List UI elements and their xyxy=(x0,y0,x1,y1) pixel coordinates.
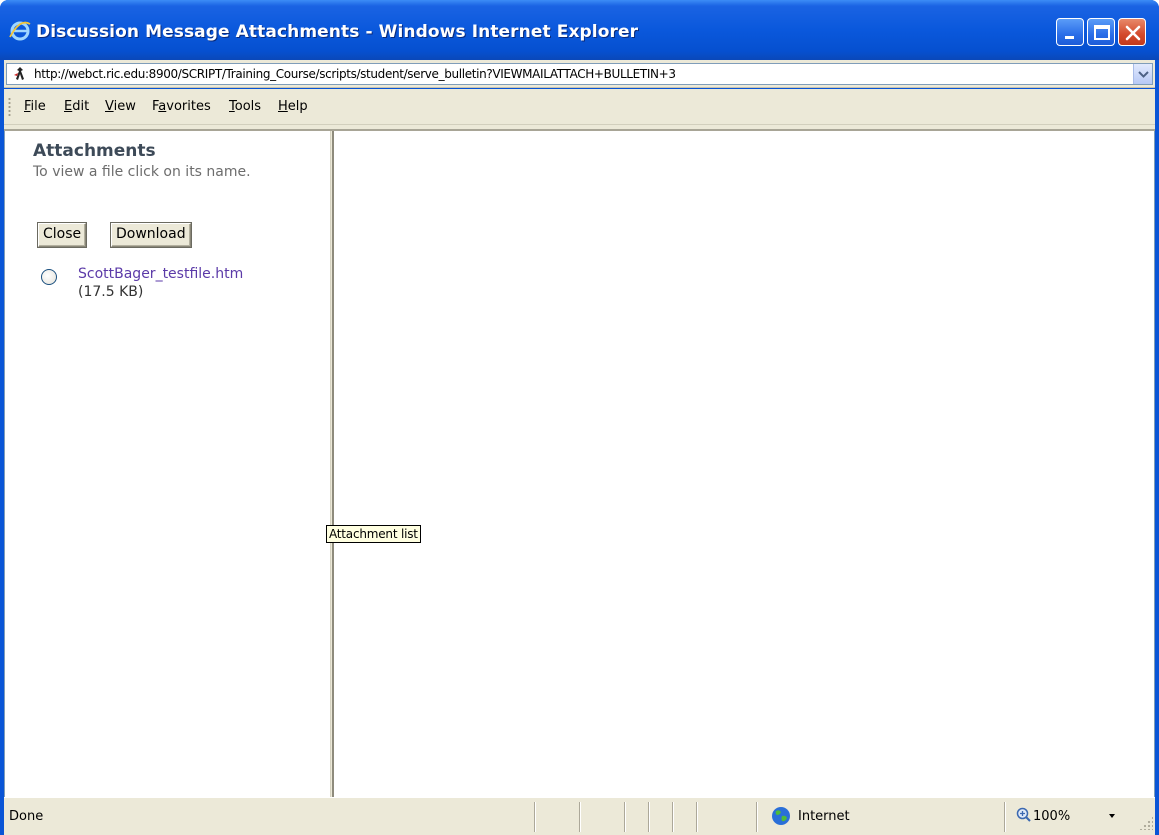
status-text: Done xyxy=(9,809,44,824)
status-separator xyxy=(624,802,626,832)
menu-favorites[interactable]: Favorites xyxy=(152,99,211,114)
close-window-button[interactable] xyxy=(1118,18,1146,46)
maximize-button[interactable] xyxy=(1087,18,1115,46)
file-select-radio[interactable] xyxy=(41,269,57,285)
tooltip: Attachment list xyxy=(326,525,421,543)
status-separator xyxy=(696,802,698,832)
title-bar[interactable]: Discussion Message Attachments - Windows… xyxy=(0,0,1159,60)
zoom-dropdown-icon[interactable] xyxy=(1109,814,1115,818)
menu-file[interactable]: File xyxy=(24,99,46,114)
menu-view[interactable]: View xyxy=(105,99,136,114)
address-dropdown-button[interactable] xyxy=(1133,64,1152,84)
internet-globe-icon xyxy=(772,807,790,825)
minimize-button[interactable] xyxy=(1056,18,1084,46)
resize-grip[interactable] xyxy=(1139,816,1153,830)
attachment-list-frame: Attachments To view a file click on its … xyxy=(5,131,330,797)
security-zone-label: Internet xyxy=(798,809,850,824)
zoom-icon xyxy=(1016,807,1031,822)
attachments-heading: Attachments xyxy=(33,141,156,161)
status-separator xyxy=(648,802,650,832)
status-bar: Done Internet 100% xyxy=(4,797,1155,835)
attachments-help-text: To view a file click on its name. xyxy=(33,164,251,180)
address-field[interactable]: http://webct.ric.edu:8900/SCRIPT/Trainin… xyxy=(6,63,1153,85)
status-separator xyxy=(579,802,581,832)
menu-bar: File Edit View Favorites Tools Help xyxy=(4,89,1155,125)
minimize-icon xyxy=(1065,36,1074,39)
menu-help[interactable]: Help xyxy=(278,99,308,114)
close-icon xyxy=(1125,25,1141,41)
status-separator xyxy=(534,802,536,832)
menu-tools[interactable]: Tools xyxy=(229,99,261,114)
attachment-file-link[interactable]: ScottBager_testfile.htm xyxy=(78,266,243,282)
maximize-icon xyxy=(1094,25,1110,40)
status-separator xyxy=(672,802,674,832)
toolbar-grip[interactable] xyxy=(8,97,11,117)
window-title: Discussion Message Attachments - Windows… xyxy=(36,22,639,42)
zoom-level[interactable]: 100% xyxy=(1033,809,1070,824)
ie-logo-icon xyxy=(9,21,31,41)
close-button[interactable]: Close xyxy=(38,223,87,247)
browser-window: Discussion Message Attachments - Windows… xyxy=(0,0,1159,835)
attachment-view-frame xyxy=(334,131,1154,797)
chevron-down-icon xyxy=(1138,71,1149,78)
menu-edit[interactable]: Edit xyxy=(64,99,89,114)
status-separator xyxy=(756,802,758,832)
address-bar: http://webct.ric.edu:8900/SCRIPT/Trainin… xyxy=(4,60,1155,88)
page-content: Attachments To view a file click on its … xyxy=(4,131,1155,797)
url-text[interactable]: http://webct.ric.edu:8900/SCRIPT/Trainin… xyxy=(34,67,676,81)
download-button[interactable]: Download xyxy=(111,223,191,247)
attachment-file-size: (17.5 KB) xyxy=(78,284,144,300)
status-separator xyxy=(1004,802,1006,832)
webct-page-icon xyxy=(14,67,24,80)
window-border-right xyxy=(1155,60,1159,835)
